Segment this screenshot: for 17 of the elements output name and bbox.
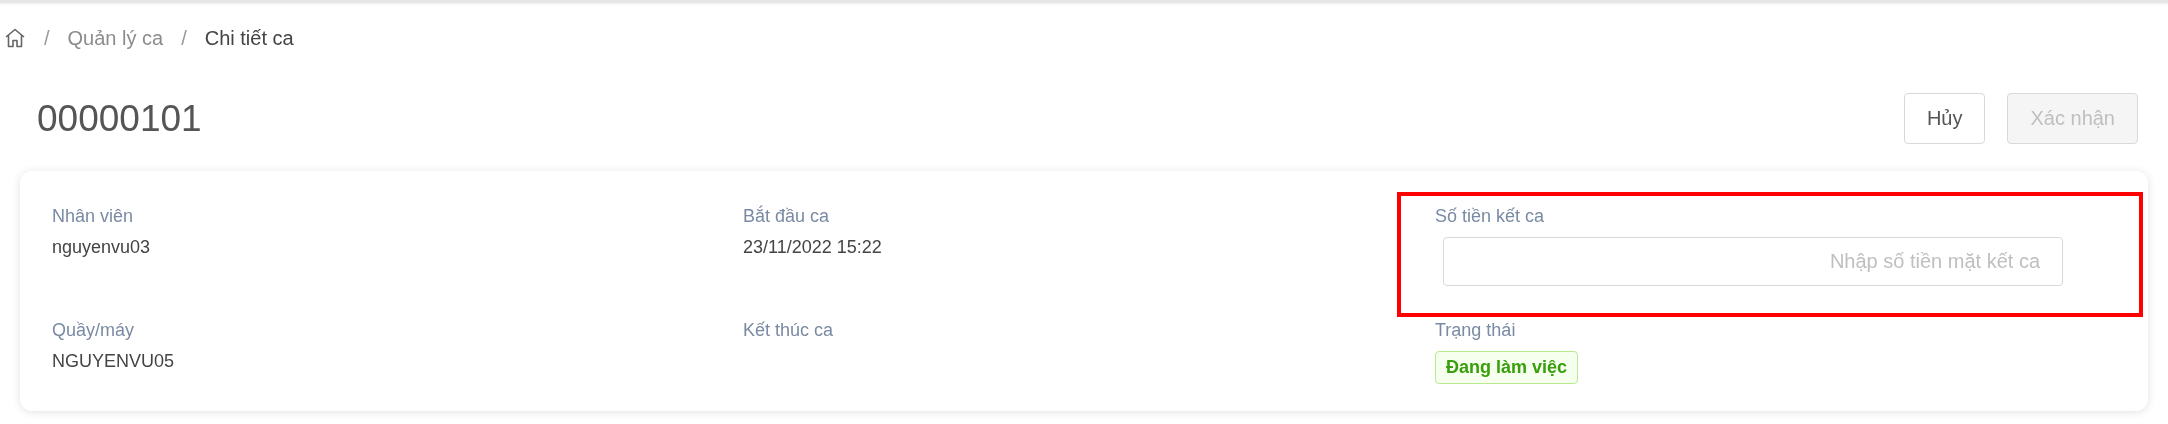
status-badge: Đang làm việc <box>1435 351 1579 384</box>
field-label: Bắt đầu ca <box>743 206 830 227</box>
field-label: Quầy/máy <box>52 320 135 341</box>
field-label: Kết thúc ca <box>743 320 834 341</box>
field-label: Số tiền kết ca <box>1435 206 1545 227</box>
breadcrumb-separator: / <box>181 26 187 50</box>
breadcrumb-separator: / <box>44 26 50 50</box>
cancel-button[interactable]: Hủy <box>1903 93 1986 144</box>
field-label: Trạng thái <box>1435 320 1516 341</box>
field-value: nguyenvu03 <box>52 237 151 258</box>
field-label: Nhân viên <box>52 206 134 227</box>
field-value: NGUYENVU05 <box>52 351 175 372</box>
cash-amount-field[interactable]: Nhập số tiền mặt kết ca <box>1443 237 2063 286</box>
home-icon[interactable] <box>4 28 26 48</box>
breadcrumb-link[interactable]: Quản lý ca <box>67 26 164 50</box>
field-value: 23/11/2022 15:22 <box>743 237 882 258</box>
page-title: 00000101 <box>37 97 202 140</box>
